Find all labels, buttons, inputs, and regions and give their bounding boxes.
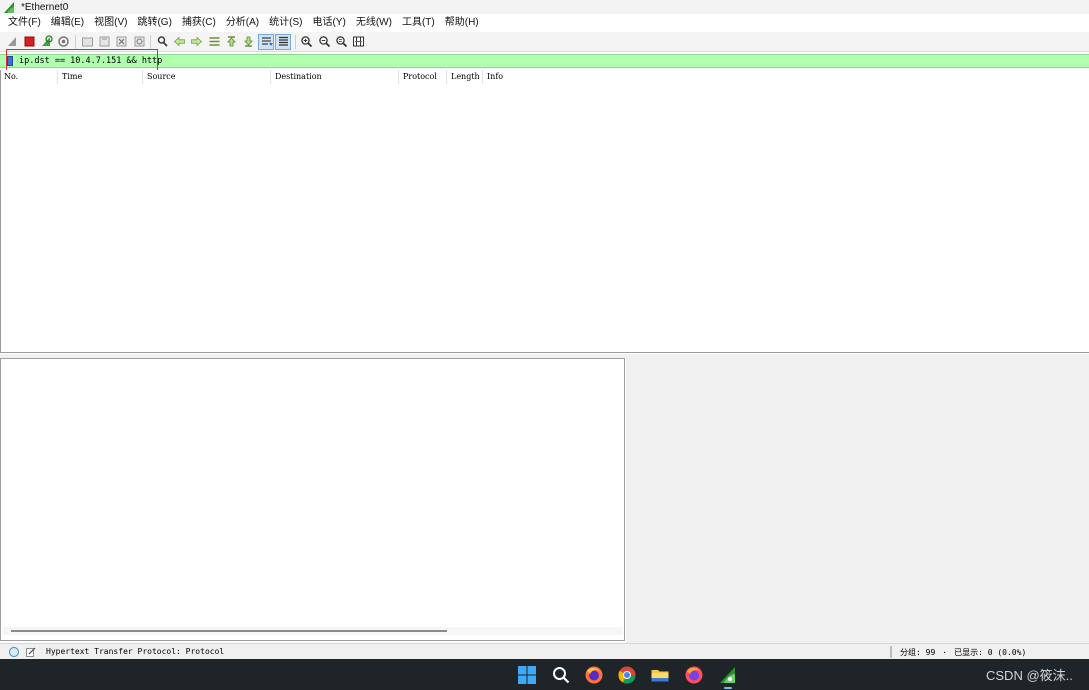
packet-details-pane[interactable] bbox=[0, 358, 625, 641]
status-displayed: 已显示: 0 (0.0%) bbox=[954, 647, 1027, 657]
expert-info-icon[interactable] bbox=[9, 646, 19, 657]
packet-list-header: No. Time Source Destination Protocol Len… bbox=[1, 70, 1089, 84]
windows-start-icon[interactable] bbox=[517, 665, 537, 685]
column-header-protocol[interactable]: Protocol bbox=[399, 70, 447, 84]
filter-bookmark-icon[interactable] bbox=[7, 56, 13, 66]
zoom-in-icon[interactable] bbox=[300, 35, 314, 49]
firefox-icon[interactable] bbox=[684, 665, 704, 685]
menu-wireless[interactable]: 无线(W) bbox=[351, 14, 397, 32]
wireshark-icon bbox=[3, 1, 16, 14]
zoom-normal-icon[interactable] bbox=[334, 35, 348, 49]
toolbar-separator bbox=[75, 34, 77, 49]
colorize-icon[interactable] bbox=[275, 33, 292, 50]
firefox-icon[interactable] bbox=[584, 665, 604, 685]
capture-comment-icon[interactable] bbox=[26, 647, 36, 657]
resize-columns-icon[interactable] bbox=[352, 35, 366, 49]
menu-telephony[interactable]: 电话(Y) bbox=[308, 14, 351, 32]
menu-help[interactable]: 帮助(H) bbox=[440, 14, 484, 32]
wireshark-taskbar-icon[interactable] bbox=[718, 665, 738, 685]
stop-capture-icon[interactable] bbox=[22, 35, 36, 49]
close-file-icon[interactable] bbox=[115, 35, 129, 49]
main-toolbar bbox=[0, 32, 1089, 52]
column-header-destination[interactable]: Destination bbox=[271, 70, 399, 84]
display-filter-bar bbox=[0, 54, 1089, 68]
file-explorer-icon[interactable] bbox=[650, 665, 670, 685]
go-back-icon[interactable] bbox=[173, 35, 187, 49]
restart-capture-icon[interactable] bbox=[40, 35, 54, 49]
zoom-out-icon[interactable] bbox=[317, 35, 331, 49]
status-separator: · bbox=[942, 647, 948, 657]
status-packets: 分组: 99 bbox=[900, 647, 936, 657]
toolbar-separator bbox=[294, 34, 296, 49]
column-header-length[interactable]: Length bbox=[447, 70, 483, 84]
menu-statistics[interactable]: 统计(S) bbox=[264, 14, 307, 32]
column-header-time[interactable]: Time bbox=[58, 70, 143, 84]
menu-edit[interactable]: 编辑(E) bbox=[46, 14, 89, 32]
toolbar-separator bbox=[150, 34, 152, 49]
reload-file-icon[interactable] bbox=[132, 35, 146, 49]
status-packet-counts: 分组: 99 · 已显示: 0 (0.0%) bbox=[890, 644, 1026, 660]
column-header-source[interactable]: Source bbox=[143, 70, 271, 84]
menu-bar: 文件(F) 编辑(E) 视图(V) 跳转(G) 捕获(C) 分析(A) 统计(S… bbox=[0, 14, 1089, 32]
status-field-text: Hypertext Transfer Protocol: Protocol bbox=[46, 647, 225, 656]
autoscroll-icon[interactable] bbox=[258, 33, 275, 50]
menu-tools[interactable]: 工具(T) bbox=[397, 14, 440, 32]
go-to-packet-icon[interactable] bbox=[207, 35, 221, 49]
status-bar: Hypertext Transfer Protocol: Protocol 分组… bbox=[0, 643, 1089, 659]
menu-view[interactable]: 视图(V) bbox=[89, 14, 132, 32]
display-filter-input[interactable] bbox=[19, 55, 619, 67]
packet-list-pane[interactable]: No. Time Source Destination Protocol Len… bbox=[0, 70, 1089, 353]
start-capture-icon[interactable] bbox=[5, 35, 19, 49]
capture-options-icon[interactable] bbox=[57, 35, 71, 49]
details-horizontal-scrollbar[interactable] bbox=[3, 627, 623, 635]
taskbar-search-icon[interactable] bbox=[551, 665, 571, 685]
taskbar: CSDN @筱沫.. bbox=[0, 659, 1089, 690]
menu-capture[interactable]: 捕获(C) bbox=[177, 14, 221, 32]
window-title: *Ethernet0 bbox=[21, 1, 69, 13]
menu-go[interactable]: 跳转(G) bbox=[132, 14, 176, 32]
go-forward-icon[interactable] bbox=[190, 35, 204, 49]
menu-file[interactable]: 文件(F) bbox=[3, 14, 46, 32]
open-file-icon[interactable] bbox=[80, 35, 94, 49]
title-bar: *Ethernet0 bbox=[0, 0, 1089, 14]
column-header-info[interactable]: Info bbox=[483, 70, 543, 84]
scrollbar-thumb[interactable] bbox=[11, 630, 447, 632]
packet-bytes-pane[interactable] bbox=[626, 354, 1089, 643]
go-last-icon[interactable] bbox=[242, 35, 256, 49]
save-file-icon[interactable] bbox=[97, 35, 111, 49]
chrome-icon[interactable] bbox=[617, 665, 637, 685]
active-app-indicator bbox=[724, 687, 732, 689]
column-header-no[interactable]: No. bbox=[1, 70, 58, 84]
menu-analyze[interactable]: 分析(A) bbox=[221, 14, 264, 32]
find-packet-icon[interactable] bbox=[155, 35, 169, 49]
status-grip[interactable] bbox=[890, 646, 892, 658]
watermark-text: CSDN @筱沫.. bbox=[986, 668, 1073, 683]
go-first-icon[interactable] bbox=[225, 35, 239, 49]
